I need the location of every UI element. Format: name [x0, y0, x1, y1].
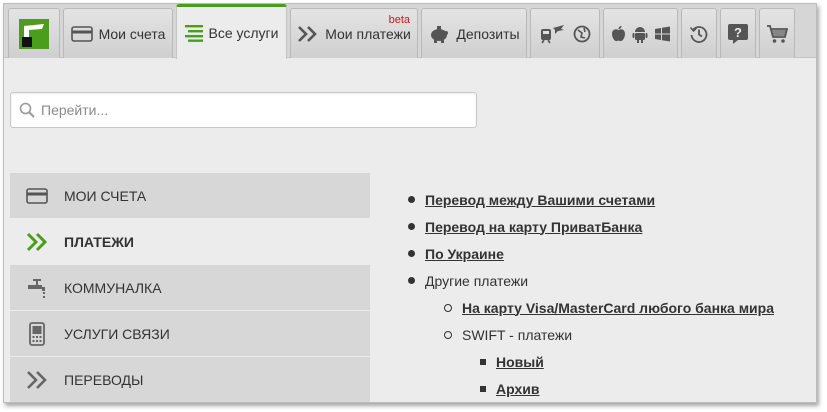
tab-deposits-label: Депозиты [456, 25, 520, 42]
faucet-icon [10, 277, 64, 299]
list-item: Новый [480, 348, 774, 375]
menu-item-payments[interactable]: ПЛАТЕЖИ [10, 219, 370, 265]
swift-label: SWIFT - платежи [462, 326, 573, 343]
tab-my-payments[interactable]: Мои платежи beta [290, 8, 418, 58]
menu-item-label: ПЛАТЕЖИ [64, 233, 134, 250]
bullet [408, 223, 415, 230]
bullet [408, 196, 415, 203]
svg-text:?: ? [734, 25, 742, 40]
menu-item-utilities[interactable]: КОММУНАЛКА [10, 265, 370, 311]
bullet [408, 277, 415, 284]
search-icon [19, 102, 35, 118]
shopping-cart-icon [766, 24, 788, 44]
menu-item-label: КОММУНАЛКА [64, 279, 162, 296]
double-chevron-icon [10, 370, 64, 390]
bullet [408, 250, 415, 257]
menu-item-label: МОИ СЧЕТА [64, 187, 147, 204]
list-item: По Украине [408, 240, 774, 267]
list-item: Архив [480, 375, 774, 402]
tab-mobile-apps[interactable] [603, 8, 678, 58]
payments-list: Перевод между Вашими счетами Перевод на … [408, 186, 774, 402]
menu-item-my-accounts[interactable]: МОИ СЧЕТА [10, 173, 370, 219]
history-icon [689, 24, 709, 44]
double-chevron-icon [10, 232, 64, 252]
menu-item-transfers[interactable]: ПЕРЕВОДЫ [10, 357, 370, 402]
list-item: Перевод на карту ПриватБанка [408, 213, 774, 240]
tab-help[interactable]: ? [720, 8, 756, 58]
bullet [480, 358, 486, 365]
top-navigation: Мои счета Все услуги Мои платежи beta Де… [4, 4, 816, 59]
card-icon [10, 187, 64, 204]
tab-all-services[interactable]: Все услуги [176, 4, 287, 59]
list-icon [184, 24, 203, 42]
bank-logo[interactable] [8, 8, 60, 58]
bullet [444, 303, 452, 312]
tab-deposits[interactable]: Депозиты [421, 8, 527, 58]
list-item: Перевод между Вашими счетами [408, 186, 774, 213]
piggy-bank-icon [428, 25, 450, 43]
link-visa-mastercard[interactable]: На карту Visa/MasterCard любого банка ми… [462, 300, 774, 316]
link-ukraine[interactable]: По Украине [425, 246, 504, 262]
bullet [480, 385, 486, 392]
tab-my-accounts[interactable]: Мои счета [63, 8, 173, 58]
list-item: На карту Visa/MasterCard любого банка ми… [444, 294, 774, 321]
tab-my-accounts-label: Мои счета [98, 25, 166, 42]
menu-item-telecom[interactable]: УСЛУГИ СВЯЗИ [10, 311, 370, 357]
tab-my-payments-label: Мои платежи [325, 25, 411, 42]
card-icon [70, 25, 93, 42]
tab-cart[interactable] [759, 8, 795, 58]
app-frame: Мои счета Все услуги Мои платежи beta Де… [3, 3, 817, 403]
search-box[interactable] [10, 92, 477, 128]
android-icon [632, 25, 648, 43]
list-item: Другие платежи [408, 267, 774, 294]
menu-item-label: УСЛУГИ СВЯЗИ [64, 325, 170, 342]
tab-all-services-label: Все услуги [208, 25, 279, 41]
globe-icon [573, 25, 591, 43]
beta-badge: beta [388, 14, 410, 26]
other-payments-label: Другие платежи [425, 272, 529, 289]
double-chevron-icon [297, 25, 319, 43]
tab-history[interactable] [681, 8, 717, 58]
link-to-privat-card[interactable]: Перевод на карту ПриватБанка [425, 219, 642, 235]
logo-icon [19, 18, 49, 49]
search-input[interactable] [41, 102, 461, 118]
tab-travel[interactable] [530, 8, 600, 58]
apple-icon [611, 25, 626, 42]
list-item: SWIFT - платежи [444, 321, 774, 348]
link-between-accounts[interactable]: Перевод между Вашими счетами [425, 192, 655, 208]
windows-icon [654, 26, 671, 42]
menu-item-label: ПЕРЕВОДЫ [64, 371, 144, 388]
help-icon: ? [727, 23, 749, 45]
train-plane-icon [539, 23, 565, 45]
mobile-phone-icon [10, 321, 64, 346]
link-swift-archive[interactable]: Архив [496, 381, 539, 397]
side-menu: МОИ СЧЕТА ПЛАТЕЖИ КОММУНАЛКА УСЛУГИ СВЯЗ… [10, 173, 370, 402]
bullet [444, 330, 452, 339]
link-swift-new[interactable]: Новый [496, 354, 544, 370]
